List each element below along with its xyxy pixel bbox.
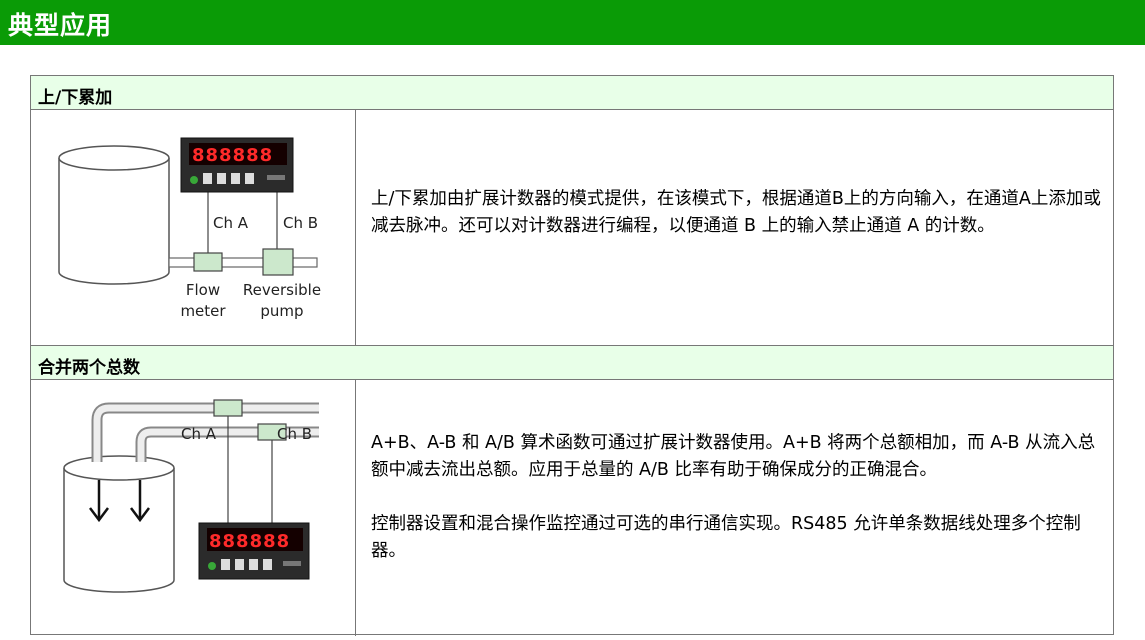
flow-meter-box [193,252,223,272]
description-paragraph: A+B、A-B 和 A/B 算术函数可通过扩展计数器使用。A+B 将两个总额相加… [371,433,1096,480]
section-row-combine-totals: 888888 Ch A Ch B A+B、A-B 和 A/B 算术函数可通过扩展… [31,380,1113,636]
flow-meter-label-line2: meter [180,302,226,320]
description-cell: 上/下累加由扩展计数器的模式提供，在该模式下，根据通道B上的方向输入，在通道A上… [371,186,1106,240]
page-title: 典型应用 [8,11,113,40]
ch-b-label: Ch B [277,425,312,443]
pipe [168,257,318,268]
ch-a-label: Ch A [213,214,249,232]
counter-device-icon: 888888 [198,522,310,580]
pump-box [262,248,294,276]
display-digits: 888888 [192,145,273,166]
section-title: 上/下累加 [38,88,113,108]
header-bar: 典型应用 [0,0,1145,45]
tank-icon [63,455,175,593]
tank-icon [58,145,170,285]
ch-a-label: Ch A [181,425,217,443]
combine-totals-diagram: 888888 Ch A Ch B [63,399,319,593]
pump-label-line1: Reversible [243,281,321,299]
flow-meter-label-line1: Flow [186,281,220,299]
diagram-cell: 888888 Ch A Ch B Flow meter Reversible p… [31,110,356,345]
description-paragraph: 上/下累加由扩展计数器的模式提供，在该模式下，根据通道B上的方向输入，在通道A上… [371,189,1101,236]
section-row-up-down: 888888 Ch A Ch B Flow meter Reversible p… [31,110,1113,346]
applications-table: 上/下累加 888888 Ch A Ch B Flow meter Revers… [30,75,1114,636]
display-digits: 888888 [209,531,290,552]
diagram-cell: 888888 Ch A Ch B [31,380,356,636]
section-header-combine-totals: 合并两个总数 [31,346,1113,380]
description-cell: A+B、A-B 和 A/B 算术函数可通过扩展计数器使用。A+B 将两个总额相加… [371,430,1106,565]
section-header-up-down: 上/下累加 [31,76,1113,110]
meter-a-box [213,399,243,417]
up-down-diagram: 888888 Ch A Ch B Flow meter Reversible p… [58,137,321,320]
pump-label-line2: pump [260,302,303,320]
counter-device-icon: 888888 [180,137,294,193]
section-title: 合并两个总数 [38,358,140,378]
description-paragraph: 控制器设置和混合操作监控通过可选的串行通信实现。RS485 允许单条数据线处理多… [371,514,1081,561]
ch-b-label: Ch B [283,214,318,232]
